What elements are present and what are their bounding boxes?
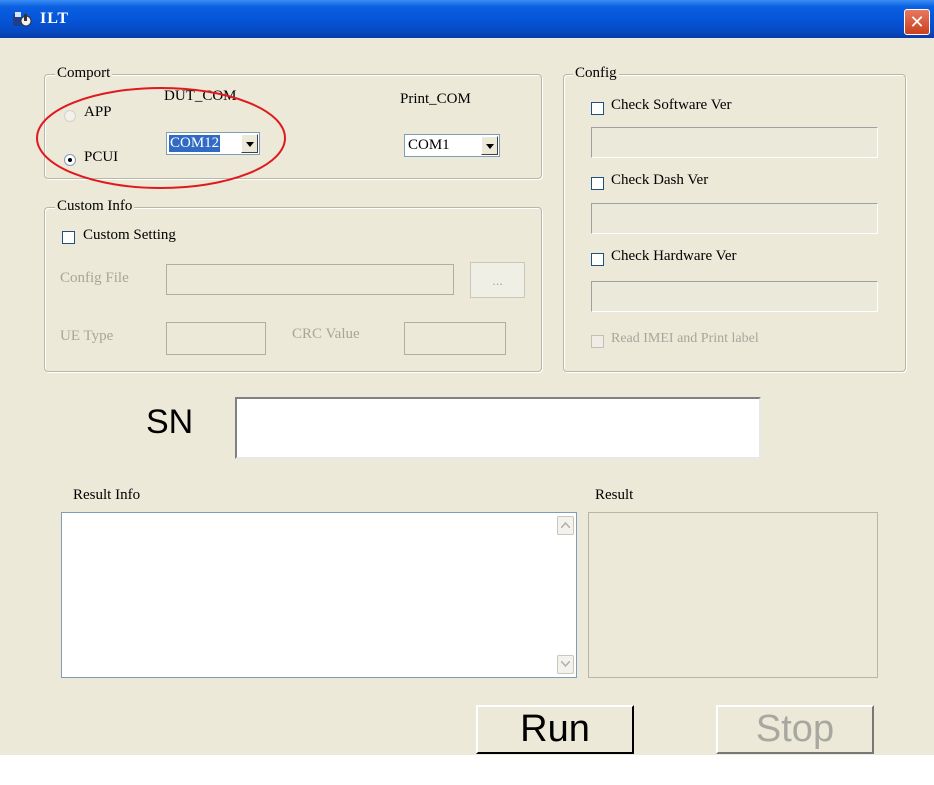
- annotation-ellipse: [36, 87, 286, 189]
